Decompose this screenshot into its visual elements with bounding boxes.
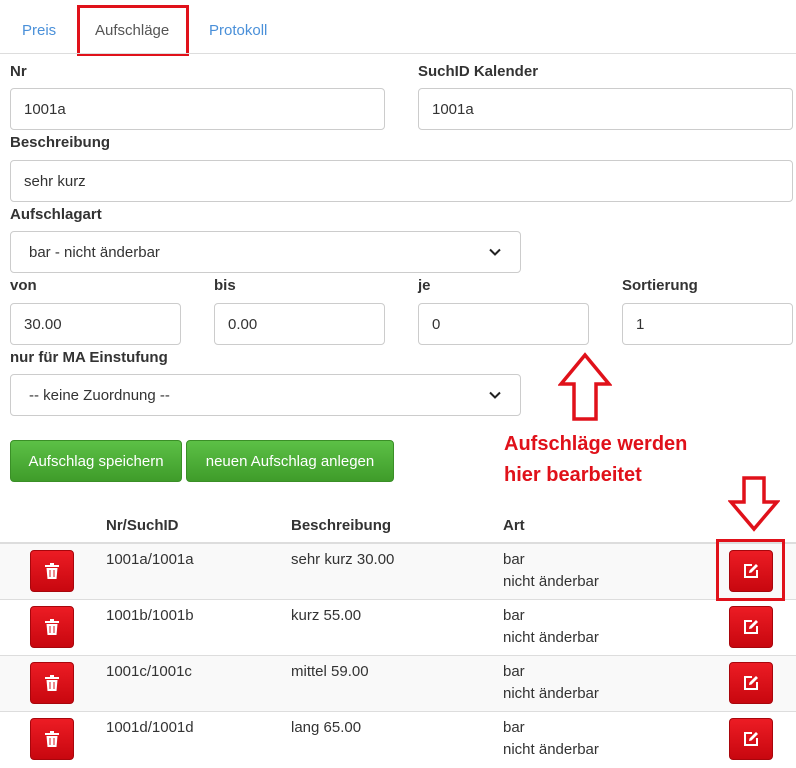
bis-label: bis (214, 277, 236, 294)
row-nr: 1001d/1001d (106, 719, 194, 736)
row-beschreibung: mittel 59.00 (291, 663, 369, 680)
je-input[interactable] (418, 303, 589, 345)
row-nr: 1001c/1001c (106, 663, 192, 680)
suchid-input[interactable] (418, 88, 793, 130)
edit-button-highlight (716, 539, 785, 601)
edit-icon (744, 732, 758, 746)
save-surcharge-button[interactable]: Aufschlag speichern (10, 440, 182, 482)
delete-button[interactable] (30, 718, 74, 760)
table-row: 1001c/1001c mittel 59.00 bar nicht änder… (0, 656, 796, 712)
row-art-line2: nicht änderbar (503, 685, 599, 702)
delete-button[interactable] (30, 606, 74, 648)
column-header-art: Art (503, 517, 525, 534)
sortierung-label: Sortierung (622, 277, 698, 294)
trash-icon (45, 563, 59, 579)
tab-divider (0, 53, 796, 54)
down-arrow-icon (728, 476, 780, 532)
von-input[interactable] (10, 303, 181, 345)
nr-label: Nr (10, 63, 27, 80)
beschreibung-input[interactable] (10, 160, 793, 202)
delete-button[interactable] (30, 550, 74, 592)
ma-einstufung-selected: -- keine Zuordnung -- (29, 386, 170, 404)
row-beschreibung: sehr kurz 30.00 (291, 551, 395, 568)
nr-input[interactable] (10, 88, 385, 130)
row-art-line1: bar (503, 719, 525, 736)
ma-einstufung-select[interactable]: -- keine Zuordnung -- (10, 374, 521, 416)
column-header-beschreibung: Beschreibung (291, 517, 392, 534)
table-row: 1001d/1001d lang 65.00 bar nicht änderba… (0, 712, 796, 768)
trash-icon (45, 731, 59, 747)
beschreibung-label: Beschreibung (10, 134, 111, 151)
table-row: 1001b/1001b kurz 55.00 bar nicht änderba… (0, 600, 796, 656)
tab-aufschlaege[interactable]: Aufschläge (95, 22, 169, 39)
row-nr: 1001b/1001b (106, 607, 194, 624)
row-art-line1: bar (503, 607, 525, 624)
trash-icon (45, 619, 59, 635)
row-beschreibung: kurz 55.00 (291, 607, 362, 624)
edit-icon (744, 676, 758, 690)
row-art-line1: bar (503, 551, 525, 568)
row-art-line2: nicht änderbar (503, 629, 599, 646)
row-beschreibung: lang 65.00 (291, 719, 362, 736)
aufschlagart-label: Aufschlagart (10, 206, 102, 223)
je-label: je (418, 277, 431, 294)
table-row: 1001a/1001a sehr kurz 30.00 bar nicht än… (0, 544, 796, 600)
row-art-line2: nicht änderbar (503, 573, 599, 590)
edit-button[interactable] (729, 606, 773, 648)
edit-icon (744, 620, 758, 634)
new-surcharge-button[interactable]: neuen Aufschlag anlegen (186, 440, 394, 482)
annotation-line-1: Aufschläge werden (504, 433, 688, 455)
aufschlagart-select[interactable]: bar - nicht änderbar (10, 231, 521, 273)
up-arrow-icon (558, 352, 612, 421)
row-art-line2: nicht änderbar (503, 741, 599, 758)
chevron-down-icon (489, 391, 501, 399)
row-nr: 1001a/1001a (106, 551, 194, 568)
edit-button[interactable] (729, 662, 773, 704)
column-header-nr: Nr/SuchID (106, 517, 179, 534)
von-label: von (10, 277, 37, 294)
tab-preis[interactable]: Preis (22, 22, 56, 39)
delete-button[interactable] (30, 662, 74, 704)
suchid-label: SuchID Kalender (418, 63, 539, 80)
chevron-down-icon (489, 248, 501, 256)
annotation-line-2: hier bearbeitet (504, 464, 642, 486)
aufschlagart-selected: bar - nicht änderbar (29, 243, 160, 261)
ma-einstufung-label: nur für MA Einstufung (10, 349, 168, 366)
trash-icon (45, 675, 59, 691)
bis-input[interactable] (214, 303, 385, 345)
tab-protokoll[interactable]: Protokoll (209, 22, 267, 39)
row-art-line1: bar (503, 663, 525, 680)
sortierung-input[interactable] (622, 303, 793, 345)
edit-button[interactable] (729, 718, 773, 760)
